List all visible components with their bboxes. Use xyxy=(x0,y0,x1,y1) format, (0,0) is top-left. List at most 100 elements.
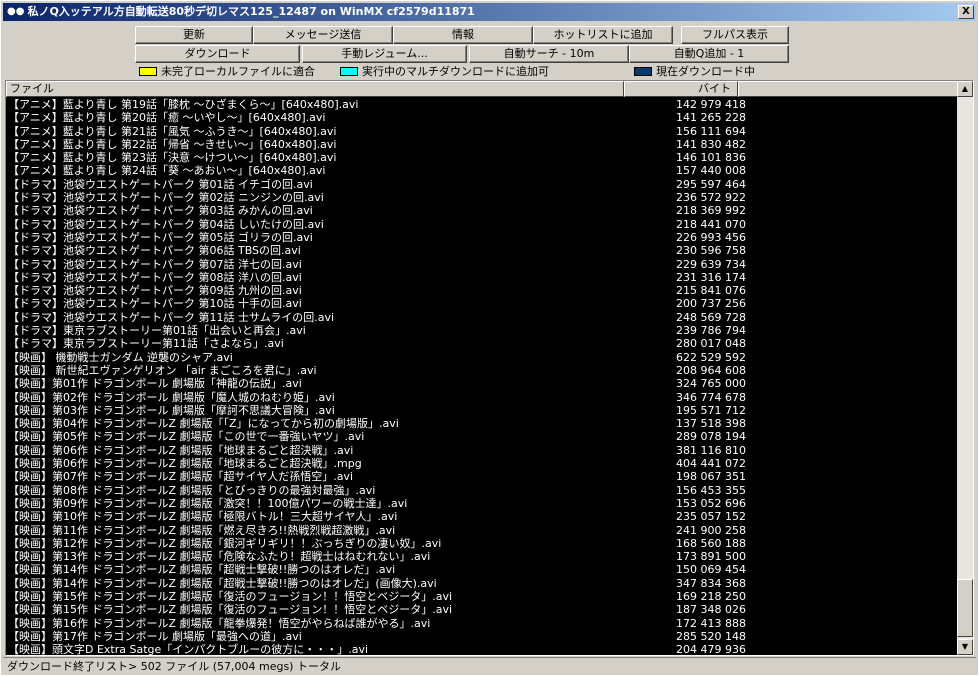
file-size: 381 116 810 xyxy=(676,443,746,457)
file-row[interactable]: 【映画】第08作 ドラゴンボールZ 劇場版「とびっきりの最強対最強」.avi 15… xyxy=(8,484,958,497)
file-name: 【映画】第14作 ドラゴンボールZ 劇場版「超戦士撃破!!勝つのはオレだ」.av… xyxy=(8,563,396,577)
scroll-thumb[interactable] xyxy=(957,579,973,637)
column-header-empty xyxy=(738,81,959,97)
file-row[interactable]: 【映画】 新世紀エヴァンゲリオン 「air まごころを君に」.avi 208 96… xyxy=(8,364,958,377)
file-row[interactable]: 【ドラマ】池袋ウエストゲートパーク 第11話 士サムライの回.avi 248 56… xyxy=(8,311,958,324)
file-name: 【映画】第05作 ドラゴンボールZ 劇場版「この世で一番強いヤツ」.avi xyxy=(8,430,365,444)
column-header-file[interactable]: ファイル xyxy=(6,81,624,97)
file-name: 【映画】第07作 ドラゴンボールZ 劇場版「超サイヤ人だ孫悟空」.avi xyxy=(8,470,353,484)
file-row[interactable]: 【ドラマ】池袋ウエストゲートパーク 第06話 TBSの回.avi 230 596 … xyxy=(8,244,958,257)
file-row[interactable]: 【映画】第09作 ドラゴンボールZ 劇場版「激突！！100億パワーの戦士達」.a… xyxy=(8,497,958,510)
file-row[interactable]: 【ドラマ】東京ラブストーリー第11話「さよなら」.avi 280 017 048 xyxy=(8,337,958,350)
file-name: 【映画】第06作 ドラゴンボールZ 劇場版「地球まるごと超決戦」.avi xyxy=(8,443,354,457)
file-row[interactable]: 【アニメ】藍より青し 第24話「葵 ～あおい～」[640x480].avi 157… xyxy=(8,164,958,177)
download-button[interactable]: ダウンロード xyxy=(135,45,300,63)
file-row[interactable]: 【ドラマ】池袋ウエストゲートパーク 第02話 ニンジンの回.avi 236 572… xyxy=(8,191,958,204)
file-name: 【アニメ】藍より青し 第22話「帰省 ～きせい～」[640x480].avi xyxy=(8,137,337,151)
file-size: 324 765 000 xyxy=(676,377,746,391)
file-name: 【ドラマ】池袋ウエストゲートパーク 第10話 十手の回.avi xyxy=(8,297,302,311)
file-row[interactable]: 【映画】第15作 ドラゴンボールZ 劇場版「復活のフュージョン！！悟空とベジータ… xyxy=(8,603,958,616)
file-row[interactable]: 【映画】第14作 ドラゴンボールZ 劇場版「超戦士撃破!!勝つのはオレだ」.av… xyxy=(8,563,958,576)
add-hotlist-button[interactable]: ホットリストに追加 xyxy=(533,26,673,44)
file-row[interactable]: 【映画】第16作 ドラゴンボールZ 劇場版「龍拳爆発！悟空がやらねば誰がやる」.… xyxy=(8,617,958,630)
file-size: 156 453 355 xyxy=(676,483,746,497)
file-size: 280 017 048 xyxy=(676,337,746,351)
file-size: 200 737 256 xyxy=(676,297,746,311)
file-size: 208 964 608 xyxy=(676,363,746,377)
file-row[interactable]: 【ドラマ】東京ラブストーリー第01話「出会いと再会」.avi 239 786 79… xyxy=(8,324,958,337)
file-name: 【映画】第14作 ドラゴンボールZ 劇場版「超戦士撃破!!勝つのはオレだ」(画像… xyxy=(8,576,437,590)
file-row[interactable]: 【映画】第07作 ドラゴンボールZ 劇場版「超サイヤ人だ孫悟空」.avi 198 … xyxy=(8,470,958,483)
file-size: 231 316 174 xyxy=(676,270,746,284)
file-name: 【映画】 機動戦士ガンダム 逆襲のシャア.avi xyxy=(8,350,233,364)
file-row[interactable]: 【映画】第11作 ドラゴンボールZ 劇場版「燃え尽きろ!!熱戦烈戦超激戦」.av… xyxy=(8,524,958,537)
file-name: 【アニメ】藍より青し 第21話「風気 ～ふうき～」[640x480].avi xyxy=(8,124,337,138)
file-name: 【アニメ】藍より青し 第20話「癒 ～いやし～」[640x480].avi xyxy=(8,111,326,125)
file-row[interactable]: 【ドラマ】池袋ウエストゲートパーク 第10話 十手の回.avi 200 737 2… xyxy=(8,297,958,310)
file-size: 141 265 228 xyxy=(676,111,746,125)
file-size: 241 900 258 xyxy=(676,523,746,537)
file-row[interactable]: 【ドラマ】池袋ウエストゲートパーク 第05話 ゴリラの回.avi 226 993 … xyxy=(8,231,958,244)
file-row[interactable]: 【映画】 機動戦士ガンダム 逆襲のシャア.avi 622 529 592 xyxy=(8,351,958,364)
file-row[interactable]: 【映画】第17作 ドラゴンボール 劇場版「最強への道」.avi 285 520 1… xyxy=(8,630,958,643)
auto-queue-button[interactable]: 自動Q追加 - 1 xyxy=(629,45,789,63)
info-button[interactable]: 情報 xyxy=(393,26,533,44)
legend-label: 未完了ローカルファイルに適合 xyxy=(161,65,315,78)
file-size: 215 841 076 xyxy=(676,284,746,298)
file-row[interactable]: 【ドラマ】池袋ウエストゲートパーク 第01話 イチゴの回.avi 295 597 … xyxy=(8,178,958,191)
file-row[interactable]: 【映画】第14作 ドラゴンボールZ 劇場版「超戦士撃破!!勝つのはオレだ」(画像… xyxy=(8,577,958,590)
file-name: 【映画】第02作 ドラゴンボール 劇場版「魔人城のねむり姫」.avi xyxy=(8,390,335,404)
legend-label: 実行中のマルチダウンロードに追加可 xyxy=(362,65,549,78)
file-list[interactable]: ファイル バイト 【アニメ】藍より青し 第19話「膝枕 ～ひざまくら～」[640… xyxy=(5,80,974,656)
file-row[interactable]: 【映画】第13作 ドラゴンボールZ 劇場版「危険なふたり！超戦士はねむれない」.… xyxy=(8,550,958,563)
file-name: 【ドラマ】池袋ウエストゲートパーク 第06話 TBSの回.avi xyxy=(8,244,301,258)
winmx-icon: ●● xyxy=(7,6,25,17)
file-row[interactable]: 【映画】第06作 ドラゴンボールZ 劇場版「地球まるごと超決戦」.avi 381 … xyxy=(8,444,958,457)
send-message-button[interactable]: メッセージ送信 xyxy=(253,26,393,44)
file-row[interactable]: 【映画】第02作 ドラゴンボール 劇場版「魔人城のねむり姫」.avi 346 77… xyxy=(8,391,958,404)
file-name: 【映画】第13作 ドラゴンボールZ 劇場版「危険なふたり！超戦士はねむれない」.… xyxy=(8,550,431,564)
file-row[interactable]: 【アニメ】藍より青し 第23話「決意 ～けつい～」[640x480].avi 14… xyxy=(8,151,958,164)
file-row[interactable]: 【映画】第01作 ドラゴンボール 劇場版「神龍の伝説」.avi 324 765 0… xyxy=(8,377,958,390)
file-row[interactable]: 【映画】第10作 ドラゴンボールZ 劇場版「極限バトル！三大超サイヤ人」.avi… xyxy=(8,510,958,523)
file-size: 285 520 148 xyxy=(676,629,746,643)
legend-label: 現在ダウンロード中 xyxy=(656,65,755,78)
file-row[interactable]: 【映画】第15作 ドラゴンボールZ 劇場版「復活のフュージョン！！悟空とベジータ… xyxy=(8,590,958,603)
file-row[interactable]: 【映画】第06作 ドラゴンボールZ 劇場版「地球まるごと超決戦」.mpg 404 … xyxy=(8,457,958,470)
file-size: 229 639 734 xyxy=(676,257,746,271)
title-bar: ●● 私ノQ入ッテアル方自動転送80秒デ切レマス125_12487 on Win… xyxy=(3,3,976,21)
scroll-up-arrow-icon[interactable]: ▲ xyxy=(957,81,973,97)
file-row[interactable]: 【映画】第12作 ドラゴンボールZ 劇場版「銀河ギリギリ！！ぶっちぎりの凄い奴」… xyxy=(8,537,958,550)
file-row[interactable]: 【映画】頭文字D Extra Satge「インパクトブルーの彼方に・・・」.av… xyxy=(8,643,958,656)
column-header-bytes[interactable]: バイト xyxy=(624,81,738,97)
file-row[interactable]: 【ドラマ】池袋ウエストゲートパーク 第09話 九州の回.avi 215 841 0… xyxy=(8,284,958,297)
file-name: 【映画】第06作 ドラゴンボールZ 劇場版「地球まるごと超決戦」.mpg xyxy=(8,457,362,471)
file-size: 169 218 250 xyxy=(676,589,746,603)
file-row[interactable]: 【アニメ】藍より青し 第19話「膝枕 ～ひざまくら～」[640x480].avi… xyxy=(8,98,958,111)
file-row[interactable]: 【アニメ】藍より青し 第21話「風気 ～ふうき～」[640x480].avi 15… xyxy=(8,125,958,138)
full-path-button[interactable]: フルパス表示 xyxy=(681,26,789,44)
close-button[interactable]: X xyxy=(958,5,974,19)
auto-search-button[interactable]: 自動サーチ - 10m xyxy=(469,45,629,63)
file-size: 153 052 696 xyxy=(676,496,746,510)
vertical-scrollbar[interactable]: ▲ ▼ xyxy=(957,81,973,655)
file-size: 142 979 418 xyxy=(676,98,746,111)
file-row[interactable]: 【映画】第04作 ドラゴンボールZ 劇場版「「Z」になってから初の劇場版」.av… xyxy=(8,417,958,430)
scroll-down-arrow-icon[interactable]: ▼ xyxy=(957,639,973,655)
file-row[interactable]: 【映画】第05作 ドラゴンボールZ 劇場版「この世で一番強いヤツ」.avi 289… xyxy=(8,430,958,443)
file-name: 【映画】第03作 ドラゴンボール 劇場版「摩訶不思議大冒険」.avi xyxy=(8,403,335,417)
file-size: 187 348 026 xyxy=(676,603,746,617)
file-row[interactable]: 【ドラマ】池袋ウエストゲートパーク 第08話 洋八の回.avi 231 316 1… xyxy=(8,271,958,284)
file-name: 【ドラマ】池袋ウエストゲートパーク 第05話 ゴリラの回.avi xyxy=(8,230,313,244)
refresh-button[interactable]: 更新 xyxy=(135,26,253,44)
file-row[interactable]: 【アニメ】藍より青し 第20話「癒 ～いやし～」[640x480].avi 141… xyxy=(8,111,958,124)
file-row[interactable]: 【ドラマ】池袋ウエストゲートパーク 第03話 みかんの回.avi 218 369 … xyxy=(8,204,958,217)
file-name: 【映画】第09作 ドラゴンボールZ 劇場版「激突！！100億パワーの戦士達」.a… xyxy=(8,496,408,510)
file-size: 146 101 836 xyxy=(676,151,746,165)
manual-resume-button[interactable]: 手動レジューム... xyxy=(302,45,467,63)
file-row[interactable]: 【ドラマ】池袋ウエストゲートパーク 第04話 しいたけの回.avi 218 441… xyxy=(8,218,958,231)
file-size: 289 078 194 xyxy=(676,430,746,444)
file-row[interactable]: 【映画】第03作 ドラゴンボール 劇場版「摩訶不思議大冒険」.avi 195 57… xyxy=(8,404,958,417)
file-row[interactable]: 【アニメ】藍より青し 第22話「帰省 ～きせい～」[640x480].avi 14… xyxy=(8,138,958,151)
file-row[interactable]: 【ドラマ】池袋ウエストゲートパーク 第07話 洋七の回.avi 229 639 7… xyxy=(8,258,958,271)
